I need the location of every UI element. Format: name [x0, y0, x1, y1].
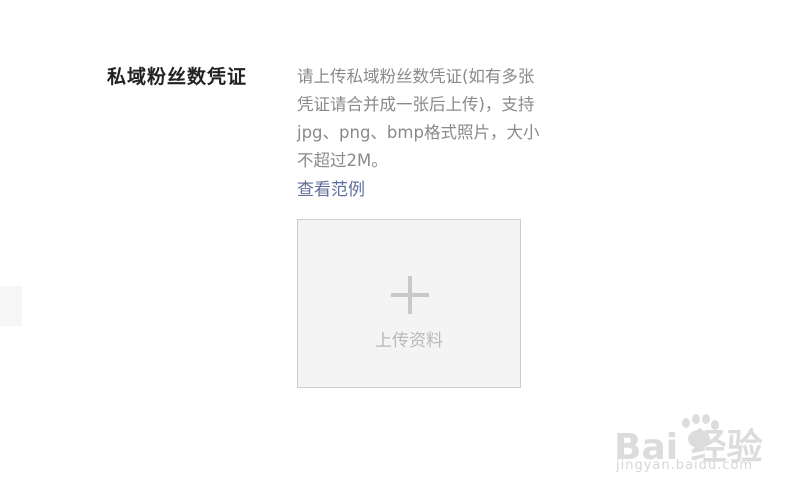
field-label: 私域粉丝数凭证	[107, 66, 248, 88]
hint-line: 凭证请合并成一张后上传)，支持	[297, 95, 535, 114]
upload-hint: 请上传私域粉丝数凭证(如有多张 凭证请合并成一张后上传)，支持 jpg、png、…	[297, 63, 589, 175]
left-edge-panel	[0, 286, 22, 326]
watermark-logo: Bai 经验 jingyan.baidu.com	[614, 410, 774, 490]
hint-line: jpg、png、bmp格式照片，大小	[297, 123, 540, 142]
view-example-link[interactable]: 查看范例	[297, 177, 365, 203]
upload-label: 上传资料	[375, 331, 443, 351]
paw-icon	[676, 414, 720, 458]
upload-button[interactable]: 上传资料	[297, 219, 521, 388]
watermark-url: jingyan.baidu.com	[616, 458, 753, 473]
plus-icon	[391, 276, 429, 314]
hint-line: 不超过2M。	[297, 151, 388, 170]
hint-line: 请上传私域粉丝数凭证(如有多张	[297, 67, 535, 86]
